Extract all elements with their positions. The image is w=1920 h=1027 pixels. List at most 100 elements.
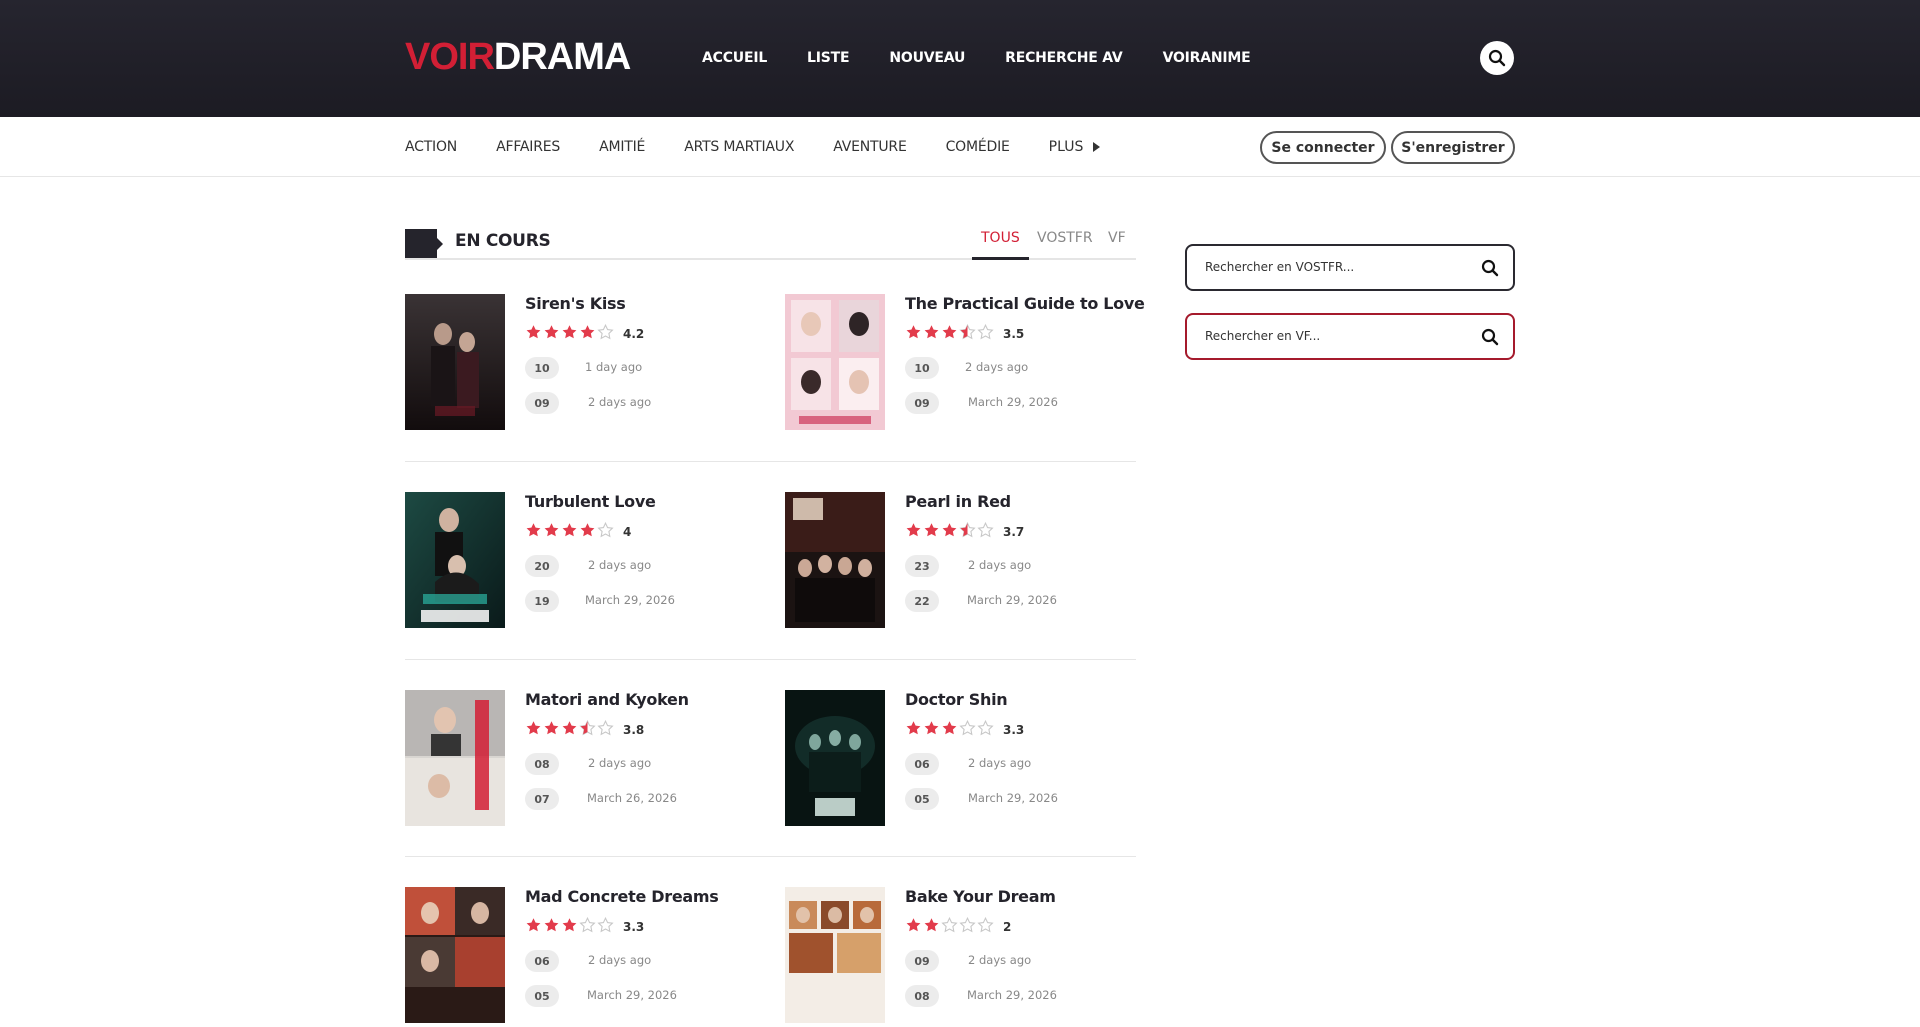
register-button[interactable]: S'enregistrer	[1391, 131, 1515, 164]
episode-badge[interactable]: 20	[525, 555, 559, 577]
episode-date: 1 day ago	[585, 360, 643, 374]
drama-poster[interactable]	[405, 690, 505, 826]
episode-badge[interactable]: 22	[905, 590, 939, 612]
drama-poster[interactable]	[785, 690, 885, 826]
episode-badge[interactable]: 08	[525, 753, 559, 775]
rating-score: 2	[1003, 920, 1012, 934]
drama-card[interactable]: Bake Your Dream 2 09 2 days ago 08 March…	[785, 887, 1145, 1027]
site-logo[interactable]: VOIRDRAMA	[405, 36, 631, 79]
episode-badge[interactable]: 07	[525, 788, 559, 810]
genre-action[interactable]: ACTION	[405, 139, 457, 155]
section-marker-icon	[405, 229, 443, 260]
rating-stars: 3.3	[525, 916, 644, 937]
rating-stars: 4	[525, 521, 632, 542]
main-nav: ACCUEIL LISTE NOUVEAU RECHERCHE AV VOIRA…	[702, 50, 1291, 66]
episode-badge[interactable]: 05	[525, 985, 559, 1007]
drama-card[interactable]: Siren's Kiss 4.2 10 1 day ago 09 2 days …	[405, 294, 765, 434]
star-empty-icon	[941, 916, 958, 933]
genre-arts-martiaux[interactable]: ARTS MARTIAUX	[684, 139, 794, 155]
nav-accueil[interactable]: ACCUEIL	[702, 50, 767, 66]
star-full-icon	[942, 721, 957, 735]
episode-badge[interactable]: 19	[525, 590, 559, 612]
drama-title[interactable]: Bake Your Dream	[905, 887, 1056, 906]
search-vf-input[interactable]	[1205, 329, 1465, 343]
star-full-icon	[526, 721, 541, 735]
genre-more-button[interactable]: PLUS	[1049, 139, 1101, 155]
genre-amitie[interactable]: AMITIÉ	[599, 139, 645, 155]
star-full-icon	[924, 325, 939, 339]
rating-score: 3.8	[623, 723, 645, 737]
drama-card[interactable]: Turbulent Love 4 20 2 days ago 19 March …	[405, 492, 765, 632]
drama-title[interactable]: Doctor Shin	[905, 690, 1008, 709]
drama-poster[interactable]	[405, 492, 505, 628]
tab-vf[interactable]: VF	[1108, 230, 1126, 246]
rating-score: 3.5	[1003, 327, 1025, 341]
search-vf-button[interactable]	[1481, 328, 1499, 350]
drama-title[interactable]: Turbulent Love	[525, 492, 656, 511]
episode-date: March 29, 2026	[967, 988, 1057, 1002]
drama-title[interactable]: Siren's Kiss	[525, 294, 626, 313]
rating-stars: 4.2	[525, 323, 644, 344]
rating-stars: 3.7	[905, 521, 1025, 542]
episode-date: 2 days ago	[968, 558, 1032, 572]
episode-badge[interactable]: 05	[905, 788, 939, 810]
star-half-icon	[959, 521, 976, 538]
drama-poster[interactable]	[785, 887, 885, 1023]
drama-card[interactable]: Doctor Shin 3.3 06 2 days ago 05 March 2…	[785, 690, 1145, 830]
rating-score: 3.7	[1003, 525, 1025, 539]
star-empty-icon	[597, 916, 614, 933]
search-vostfr-box	[1185, 244, 1515, 291]
rating-score: 4	[623, 525, 632, 539]
nav-liste[interactable]: LISTE	[807, 50, 850, 66]
episode-badge[interactable]: 10	[525, 357, 559, 379]
header-search-button[interactable]	[1480, 41, 1514, 75]
nav-nouveau[interactable]: NOUVEAU	[889, 50, 965, 66]
episode-badge[interactable]: 06	[905, 753, 939, 775]
episode-date: 2 days ago	[968, 756, 1032, 770]
rating-score: 3.3	[1003, 723, 1025, 737]
genre-aventure[interactable]: AVENTURE	[833, 139, 907, 155]
episode-badge[interactable]: 23	[905, 555, 939, 577]
star-full-icon	[562, 325, 577, 339]
drama-poster[interactable]	[405, 294, 505, 430]
nav-recherche-av[interactable]: RECHERCHE AV	[1005, 50, 1123, 66]
drama-title[interactable]: Mad Concrete Dreams	[525, 887, 719, 906]
star-full-icon	[562, 918, 577, 932]
logo-part-drama: DRAMA	[493, 36, 631, 78]
episode-badge[interactable]: 09	[905, 392, 939, 414]
drama-card[interactable]: The Practical Guide to Love 3.5 10 2 day…	[785, 294, 1145, 434]
drama-title[interactable]: The Practical Guide to Love	[905, 294, 1145, 313]
tab-vostfr[interactable]: VOSTFR	[1037, 230, 1093, 246]
drama-poster[interactable]	[785, 294, 885, 430]
drama-card[interactable]: Pearl in Red 3.7 23 2 days ago 22 March …	[785, 492, 1145, 632]
episode-badge[interactable]: 09	[525, 392, 559, 414]
star-full-icon	[544, 721, 559, 735]
star-full-icon	[544, 918, 559, 932]
search-icon	[1488, 49, 1506, 67]
drama-poster[interactable]	[405, 887, 505, 1023]
episode-date: 2 days ago	[968, 953, 1032, 967]
drama-title[interactable]: Pearl in Red	[905, 492, 1011, 511]
drama-card[interactable]: Matori and Kyoken 3.8 08 2 days ago 07 M…	[405, 690, 765, 830]
drama-poster[interactable]	[785, 492, 885, 628]
nav-voiranime[interactable]: VOIRANIME	[1163, 50, 1251, 66]
rating-stars: 3.5	[905, 323, 1025, 344]
episode-badge[interactable]: 08	[905, 985, 939, 1007]
rating-stars: 2	[905, 916, 1012, 937]
login-button[interactable]: Se connecter	[1260, 131, 1386, 164]
episode-badge[interactable]: 06	[525, 950, 559, 972]
drama-card[interactable]: Mad Concrete Dreams 3.3 06 2 days ago 05…	[405, 887, 765, 1027]
tab-tous[interactable]: TOUS	[981, 230, 1020, 246]
drama-title[interactable]: Matori and Kyoken	[525, 690, 689, 709]
row-divider	[405, 659, 1136, 660]
star-full-icon	[562, 721, 577, 735]
genre-affaires[interactable]: AFFAIRES	[496, 139, 560, 155]
genre-comedie[interactable]: COMÉDIE	[946, 139, 1010, 155]
search-vostfr-input[interactable]	[1205, 260, 1465, 274]
episode-date: March 29, 2026	[587, 988, 677, 1002]
episode-date: 2 days ago	[588, 756, 652, 770]
rating-stars: 3.8	[525, 719, 645, 740]
episode-badge[interactable]: 10	[905, 357, 939, 379]
episode-badge[interactable]: 09	[905, 950, 939, 972]
search-vostfr-button[interactable]	[1481, 259, 1499, 281]
